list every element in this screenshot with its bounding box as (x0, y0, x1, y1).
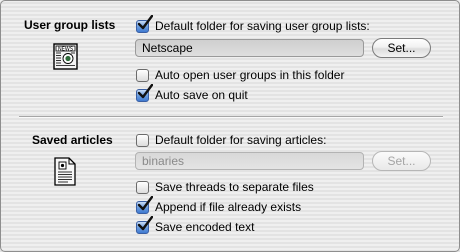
default-folder-articles-label: Default folder for saving articles: (155, 133, 327, 147)
default-folder-user-groups-checkbox[interactable]: Default folder for saving user group lis… (136, 14, 370, 34)
checkbox-box[interactable] (136, 133, 149, 147)
default-folder-user-groups-label: Default folder for saving user group lis… (155, 19, 370, 33)
append-label: Append if file already exists (155, 200, 302, 214)
auto-save-label: Auto save on quit (155, 88, 248, 102)
auto-open-label: Auto open user groups in this folder (155, 68, 345, 82)
user-group-lists-title: User group lists (24, 18, 116, 32)
newspaper-icon: NEWS (53, 43, 79, 74)
save-encoded-checkbox[interactable]: Save encoded text (136, 215, 255, 235)
append-checkbox[interactable]: Append if file already exists (136, 195, 302, 215)
checkbox-box[interactable] (136, 215, 153, 234)
articles-folder-field[interactable]: binaries (135, 152, 364, 170)
checkbox-box[interactable] (136, 83, 153, 102)
svg-text:NEWS: NEWS (58, 46, 73, 52)
auto-save-checkbox[interactable]: Auto save on quit (136, 83, 248, 103)
checkbox-box[interactable] (136, 195, 153, 214)
checkbox-box[interactable] (136, 14, 153, 33)
saved-articles-title: Saved articles (32, 133, 113, 147)
user-groups-folder-field[interactable]: Netscape (135, 39, 364, 57)
checkbox-box[interactable] (136, 180, 149, 194)
save-threads-label: Save threads to separate files (155, 180, 314, 194)
section-divider (19, 116, 443, 118)
auto-open-checkbox[interactable]: Auto open user groups in this folder (136, 67, 344, 83)
user-groups-set-button[interactable]: Set... (372, 38, 431, 58)
preferences-panel: User group lists NEWS Default folder for… (0, 0, 460, 252)
save-threads-checkbox[interactable]: Save threads to separate files (136, 179, 314, 195)
articles-set-button[interactable]: Set... (372, 151, 431, 171)
default-folder-articles-checkbox[interactable]: Default folder for saving articles: (136, 132, 326, 148)
save-encoded-label: Save encoded text (155, 220, 255, 234)
document-icon (54, 157, 76, 189)
checkbox-box[interactable] (136, 68, 149, 82)
